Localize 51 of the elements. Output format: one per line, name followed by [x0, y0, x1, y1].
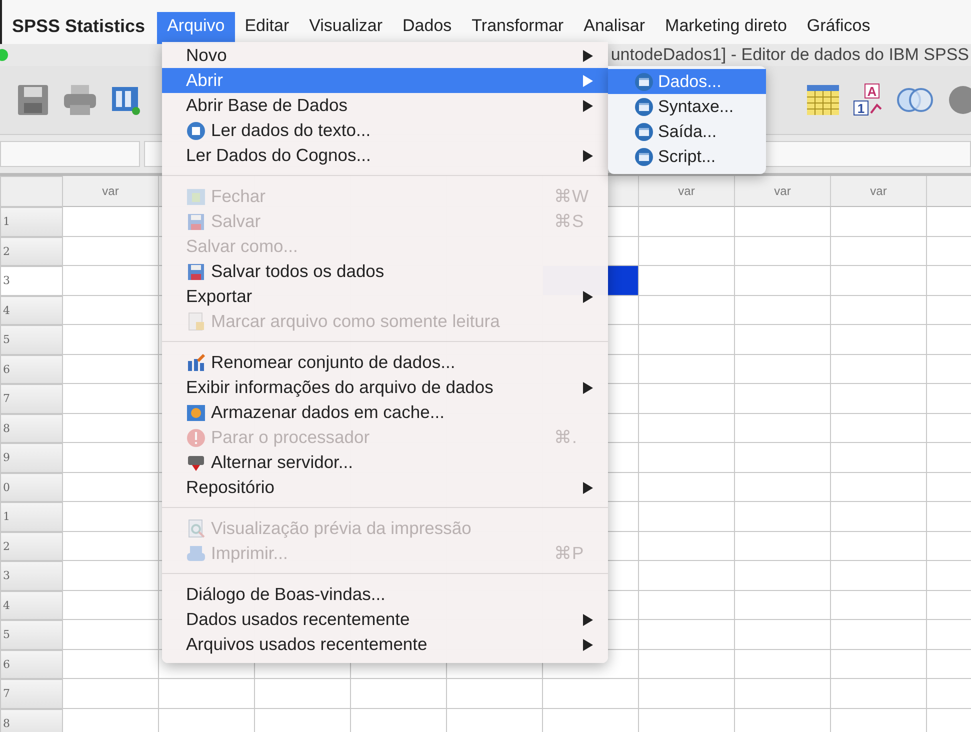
submenu-entry[interactable]: Saída... — [608, 119, 766, 144]
menu-entry[interactable]: Novo — [162, 43, 608, 68]
row-number[interactable]: 5 — [0, 325, 63, 354]
row-number[interactable]: 6 — [0, 650, 63, 679]
menu-item[interactable]: Transformar — [462, 12, 574, 44]
menu-item[interactable]: Editar — [234, 12, 300, 44]
menu-entry[interactable]: Diálogo de Boas-vindas... — [162, 582, 608, 607]
row-number[interactable]: 3 — [0, 266, 63, 296]
row-number[interactable]: 9 — [0, 443, 63, 472]
menu-entry[interactable]: Alternar servidor... — [162, 450, 608, 475]
column-header[interactable]: var — [63, 176, 159, 207]
menu-item[interactable]: Marketing direto — [655, 12, 797, 44]
row-number[interactable]: 6 — [0, 354, 63, 384]
row-number[interactable]: 0 — [0, 472, 63, 502]
row-number[interactable]: 1 — [0, 502, 63, 532]
app-name[interactable]: SPSS Statistics — [2, 12, 158, 44]
row-number[interactable]: 2 — [0, 236, 63, 266]
menu-entry[interactable]: Exibir informações do arquivo de dados — [162, 375, 608, 400]
row-number[interactable]: 4 — [0, 296, 63, 325]
menu-item[interactable]: Arquivo — [157, 12, 235, 44]
menu-item[interactable]: Analisar — [574, 12, 656, 44]
menu-entry[interactable]: Armazenar dados em cache... — [162, 400, 608, 425]
menu-entry[interactable]: Arquivos usados recentemente — [162, 632, 608, 657]
menu-entry[interactable]: Abrir Base de Dados — [162, 93, 608, 118]
menu-entry[interactable]: Dados usados recentemente — [162, 607, 608, 632]
column-header[interactable]: var — [735, 176, 831, 207]
menu-entry[interactable]: Abrir — [162, 68, 608, 93]
row-number[interactable]: 3 — [0, 561, 63, 590]
menu-item[interactable]: Visualizar — [299, 12, 393, 44]
submenu-entry[interactable]: Syntaxe... — [608, 94, 766, 119]
submenu-entry[interactable]: Dados... — [608, 69, 766, 94]
menu-item[interactable]: Gráficos — [796, 12, 880, 44]
row-number[interactable]: 5 — [0, 620, 63, 650]
menu-entry[interactable]: Ler Dados do Cognos... — [162, 143, 608, 168]
row-number[interactable]: 1 — [0, 207, 63, 236]
menu-entry[interactable]: Salvar todos os dados — [162, 259, 608, 284]
menu-entry[interactable]: Repositório — [162, 475, 608, 500]
menu-entry[interactable]: Ler dados do texto... — [162, 118, 608, 143]
row-number[interactable]: 4 — [0, 590, 63, 620]
menu-entry[interactable]: Exportar — [162, 284, 608, 309]
column-header[interactable]: var — [639, 176, 735, 207]
submenu-entry[interactable]: Script... — [608, 144, 766, 169]
row-number[interactable]: 7 — [0, 384, 63, 414]
window-title: untodeDados1] - Editor de dados do IBM SPSS — [610, 45, 970, 65]
menu-entry[interactable]: Renomear conjunto de dados... — [162, 350, 608, 375]
row-number[interactable]: 8 — [0, 708, 63, 732]
row-number[interactable]: 2 — [0, 532, 63, 561]
row-number[interactable]: 7 — [0, 679, 63, 708]
column-header[interactable]: var — [831, 176, 927, 207]
menu-item[interactable]: Dados — [392, 12, 462, 44]
row-number[interactable]: 8 — [0, 414, 63, 443]
